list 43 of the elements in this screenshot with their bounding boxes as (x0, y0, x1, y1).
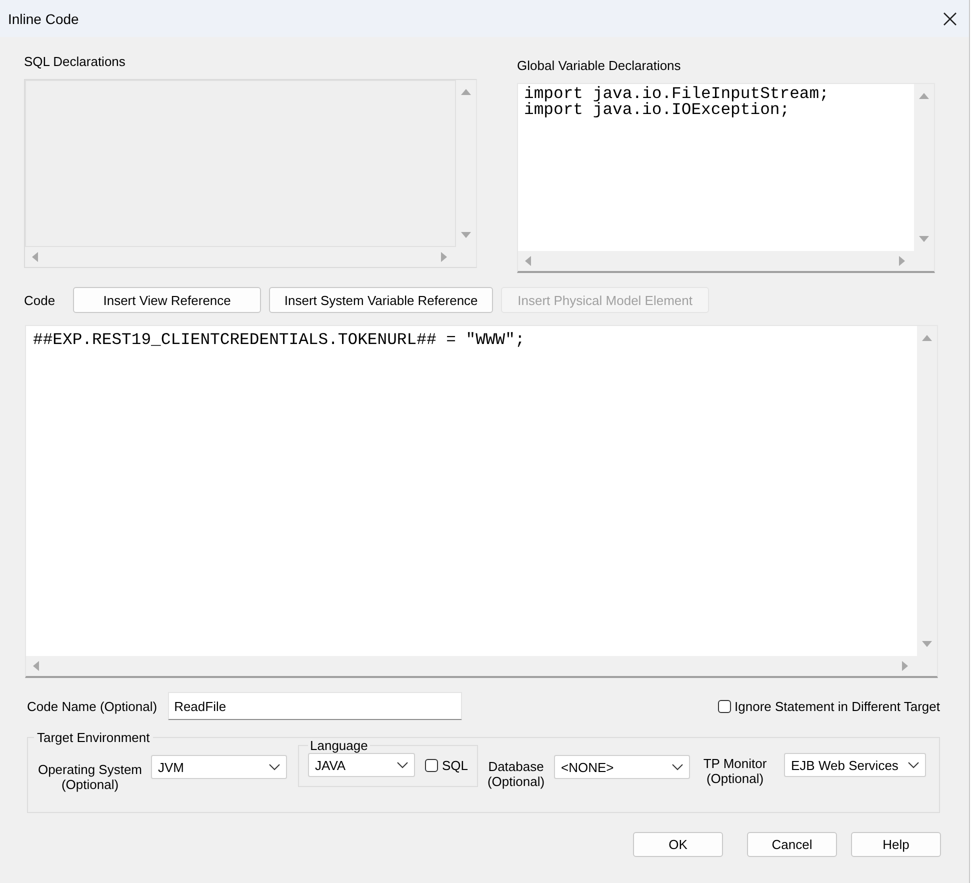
field-label: Operating System (Optional) (36, 762, 144, 792)
window-title: Inline Code (8, 10, 79, 26)
insert-button[interactable]: Insert View Reference (73, 287, 262, 313)
close-button[interactable] (941, 10, 959, 28)
group-title: Target Environment (36, 730, 151, 745)
dialog-button[interactable]: Help (851, 832, 941, 857)
scroll-right-icon[interactable] (898, 256, 906, 266)
chevron-down-icon[interactable] (269, 764, 280, 770)
scroll-up-icon[interactable] (461, 88, 471, 96)
code-label: Code (24, 292, 56, 308)
checkbox[interactable] (718, 700, 731, 712)
group-title: Language (309, 738, 369, 753)
scroll-left-icon[interactable] (524, 256, 532, 266)
checkbox-label: Ignore Statement in Different Target (734, 698, 940, 714)
chevron-down-icon[interactable] (908, 762, 920, 768)
scroll-up-icon[interactable] (922, 334, 932, 342)
section-label: SQL Declarations (24, 54, 126, 69)
chevron-down-icon[interactable] (672, 764, 684, 770)
dropdown[interactable]: EJB Web Services (784, 753, 926, 777)
scroll-down-icon[interactable] (461, 231, 471, 239)
chevron-down-icon[interactable] (397, 762, 408, 768)
section-label: Global Variable Declarations (517, 58, 682, 73)
scroll-down-icon[interactable] (922, 640, 932, 648)
dropdown[interactable]: JVM (151, 755, 287, 779)
scroll-right-icon[interactable] (440, 252, 448, 262)
dialog-button[interactable]: Cancel (747, 832, 837, 857)
field-label: TP Monitor (Optional) (702, 756, 768, 786)
code-field[interactable]: import java.io.FileInputStream; import java.io.IOException; (518, 84, 914, 251)
code-name-label: Code Name (Optional) (27, 698, 158, 714)
dialog-button[interactable]: OK (633, 832, 723, 857)
dropdown[interactable]: <NONE> (554, 755, 690, 779)
scroll-down-icon[interactable] (919, 235, 929, 243)
insert-button[interactable]: Insert System Variable Reference (269, 287, 494, 313)
checkbox[interactable] (425, 758, 438, 772)
scroll-up-icon[interactable] (919, 92, 929, 100)
code-name-field[interactable]: ReadFile (168, 692, 462, 720)
checkbox-label: SQL (442, 758, 468, 772)
scroll-left-icon[interactable] (32, 661, 40, 671)
dropdown[interactable]: JAVA (308, 753, 415, 777)
scroll-right-icon[interactable] (901, 661, 909, 671)
code-field[interactable]: ##EXP.REST19_CLIENTCREDENTIALS.TOKENURL## = "WWW"; (26, 326, 917, 656)
scroll-left-icon[interactable] (31, 252, 39, 262)
field-label: Database (Optional) (486, 759, 546, 789)
